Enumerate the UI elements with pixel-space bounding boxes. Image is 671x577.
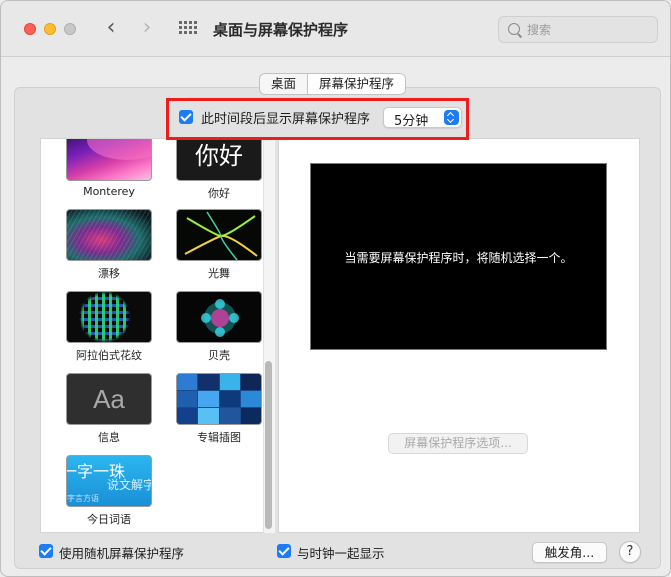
- start-after-select[interactable]: 5分钟: [383, 107, 462, 129]
- start-after-checkbox[interactable]: [179, 110, 193, 124]
- forward-button[interactable]: ›: [135, 15, 159, 43]
- screen-saver-options-button[interactable]: 屏幕保护程序选项...: [388, 433, 528, 454]
- saver-label: 今日词语: [87, 513, 131, 526]
- show-with-clock-checkbox[interactable]: [277, 544, 291, 558]
- saver-label: 阿拉伯式花纹: [76, 349, 142, 362]
- monterey-thumbnail: [66, 139, 152, 181]
- tab-bar: 桌面 屏幕保护程序: [259, 73, 407, 95]
- preview-screen: 当需要屏幕保护程序时，将随机选择一个。: [310, 163, 607, 350]
- flurry-thumbnail: [176, 209, 262, 261]
- message-thumbnail: Aa: [66, 373, 152, 425]
- back-button[interactable]: ‹: [99, 15, 123, 43]
- tab-desktop[interactable]: 桌面: [260, 74, 309, 94]
- word-of-the-day-thumbnail: 一字一珠 说文解字 字言方语: [66, 455, 152, 507]
- saver-label: 专辑插图: [197, 431, 241, 444]
- show-with-clock-label: 与时钟一起显示: [297, 546, 385, 561]
- word-thumb-caption: 字言方语: [67, 494, 99, 503]
- start-after-value: 5分钟: [394, 114, 429, 129]
- hot-corners-button[interactable]: 触发角...: [532, 542, 607, 563]
- close-window-button[interactable]: [24, 23, 36, 35]
- list-item[interactable]: 专辑插图: [169, 373, 269, 445]
- tab-screen-saver[interactable]: 屏幕保护程序: [308, 74, 406, 94]
- zoom-window-button[interactable]: [64, 23, 76, 35]
- shell-thumbnail: [176, 291, 262, 343]
- start-after-label: 此时间段后显示屏幕保护程序: [201, 112, 371, 127]
- saver-label: Monterey: [83, 185, 135, 198]
- list-item[interactable]: 阿拉伯式花纹: [59, 291, 159, 363]
- random-saver-checkbox[interactable]: [39, 544, 53, 558]
- search-icon: [508, 23, 520, 35]
- title-bar: ‹ › 桌面与屏幕保护程序: [1, 1, 670, 57]
- list-item[interactable]: Monterey: [59, 139, 159, 198]
- window-title: 桌面与屏幕保护程序: [213, 21, 349, 39]
- minimize-window-button[interactable]: [44, 23, 56, 35]
- list-item[interactable]: 你好 你好: [169, 139, 269, 201]
- chevron-up-down-icon: [444, 110, 459, 125]
- message-thumb-text: Aa: [93, 384, 125, 414]
- screen-saver-list[interactable]: Monterey 你好 你好 漂移 光舞 阿拉伯式花纹 贝壳 Aa 信息 专辑插…: [40, 138, 275, 533]
- list-item[interactable]: 一字一珠 说文解字 字言方语 今日词语: [59, 455, 159, 527]
- chevron-left-icon: ‹: [106, 15, 116, 40]
- chevron-right-icon: ›: [142, 15, 152, 40]
- list-item[interactable]: 贝壳: [169, 291, 269, 363]
- hello-thumbnail: 你好: [176, 139, 262, 181]
- list-item[interactable]: 光舞: [169, 209, 269, 281]
- list-scrollbar-thumb[interactable]: [265, 361, 272, 529]
- saver-label: 信息: [98, 431, 120, 444]
- search-input[interactable]: [527, 21, 647, 39]
- hello-thumb-text: 你好: [195, 142, 243, 170]
- show-all-grid-icon[interactable]: [179, 21, 197, 37]
- saver-label: 贝壳: [208, 349, 230, 362]
- help-button[interactable]: ?: [619, 541, 641, 563]
- random-saver-label: 使用随机屏幕保护程序: [59, 546, 185, 561]
- drift-thumbnail: [66, 209, 152, 261]
- arabesque-thumbnail: [66, 291, 152, 343]
- album-artwork-thumbnail: [176, 373, 262, 425]
- saver-label: 你好: [208, 187, 230, 200]
- saver-label: 漂移: [98, 267, 120, 280]
- preferences-window: ‹ › 桌面与屏幕保护程序 桌面 屏幕保护程序 此时间段后显示屏幕保护程序 5分…: [0, 0, 671, 577]
- preview-message: 当需要屏幕保护程序时，将随机选择一个。: [344, 251, 573, 265]
- list-item[interactable]: 漂移: [59, 209, 159, 281]
- saver-label: 光舞: [208, 267, 230, 280]
- search-field[interactable]: [498, 16, 658, 43]
- list-item[interactable]: Aa 信息: [59, 373, 159, 445]
- word-thumb-subtext: 说文解字: [106, 478, 152, 492]
